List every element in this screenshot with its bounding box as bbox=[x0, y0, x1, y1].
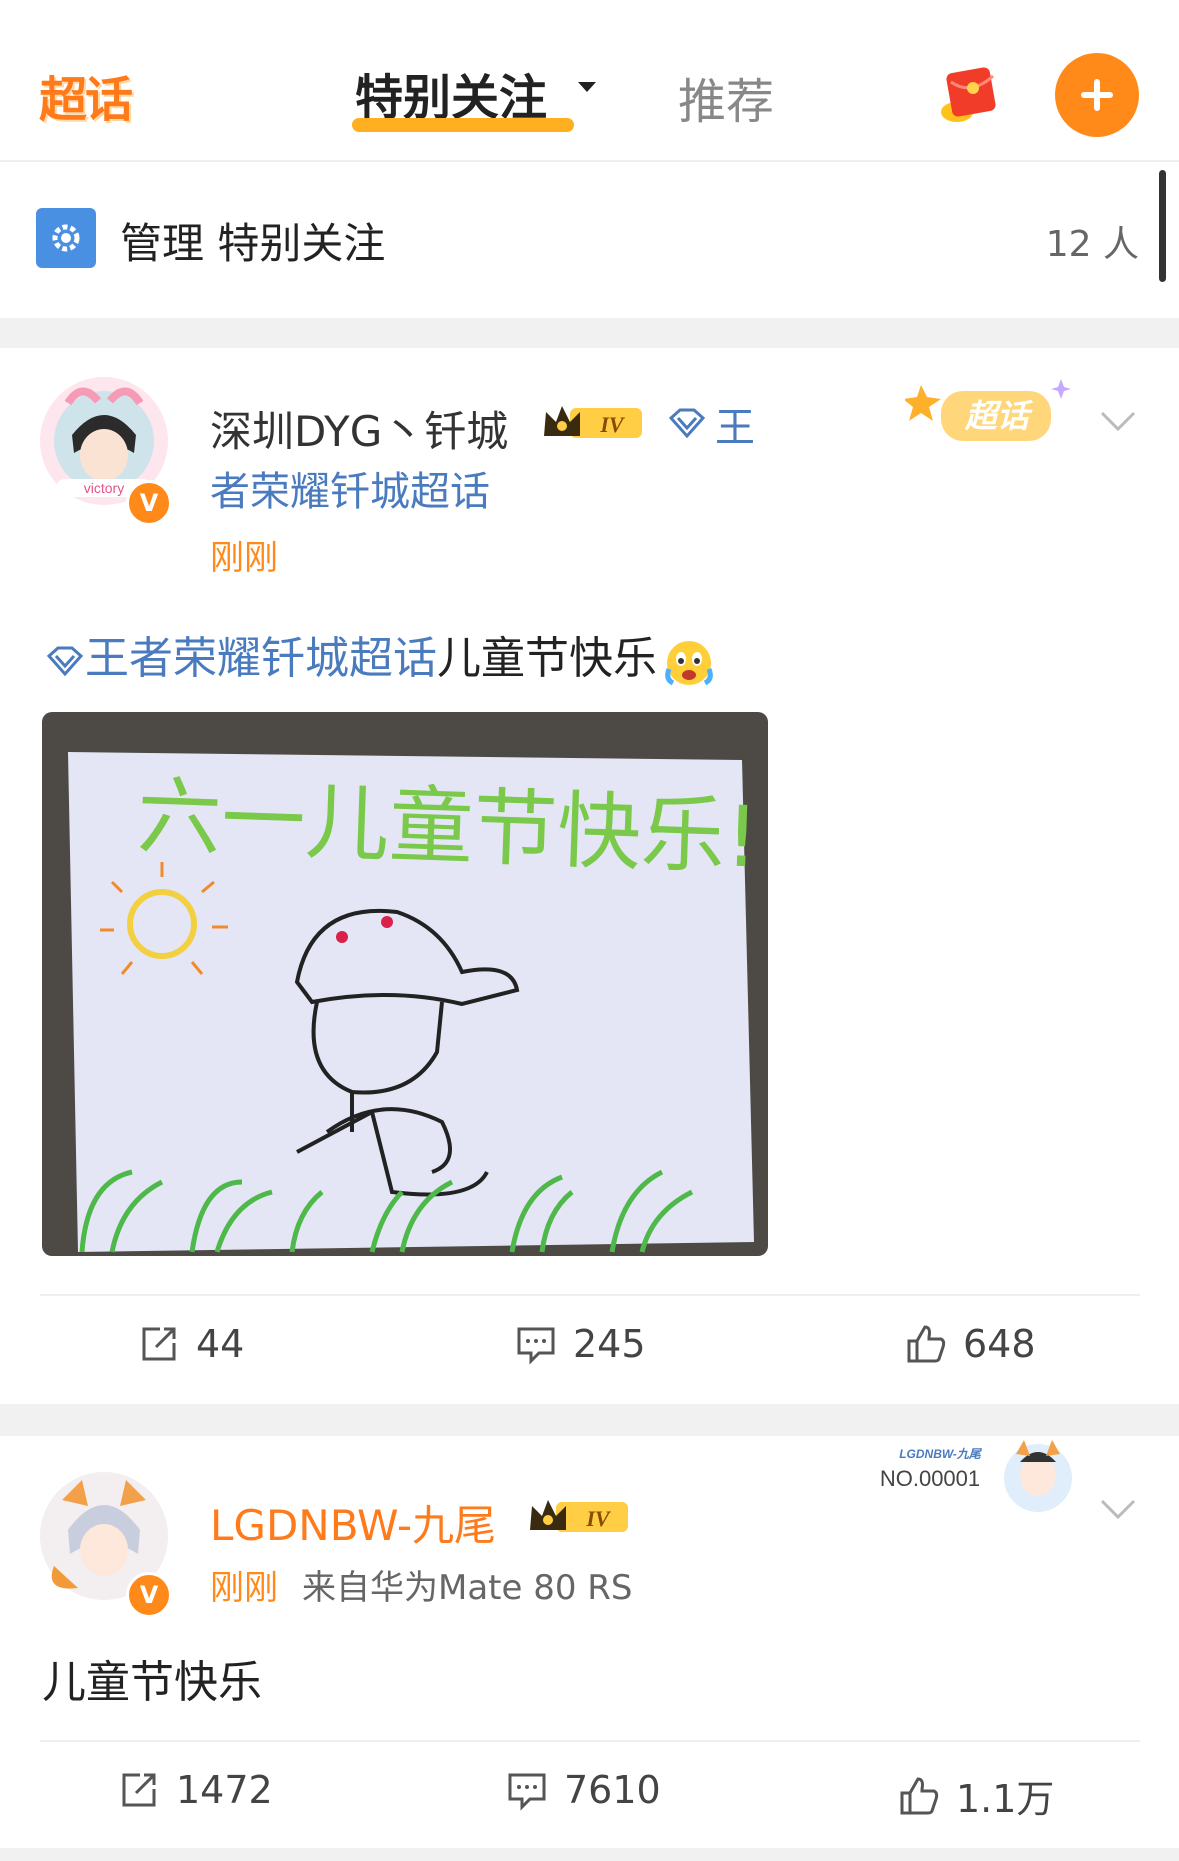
comment-icon bbox=[517, 1327, 555, 1365]
plus-icon bbox=[1081, 79, 1113, 111]
section-gap bbox=[0, 318, 1179, 348]
fan-badge-name: LGDNBW-九尾 bbox=[899, 1447, 983, 1461]
manage-special-follow[interactable]: 管理 特别关注 bbox=[120, 210, 385, 271]
chevron-down-icon[interactable] bbox=[1100, 410, 1136, 432]
post-source: 来自华为Mate 80 RS bbox=[302, 1568, 633, 1608]
chevron-down-icon[interactable] bbox=[1100, 1498, 1136, 1520]
divider bbox=[40, 1294, 1140, 1296]
like-count: 1.1万 bbox=[956, 1777, 1055, 1821]
post-text: 儿童节快乐 bbox=[437, 633, 657, 684]
divider bbox=[40, 1740, 1140, 1742]
level-text: IV bbox=[585, 1506, 612, 1531]
topic-diamond-icon bbox=[46, 646, 84, 677]
scrollbar[interactable] bbox=[1159, 170, 1166, 282]
post-username[interactable]: LGDNBW-九尾 bbox=[210, 1492, 496, 1553]
tab-recommend[interactable]: 推荐 bbox=[678, 62, 774, 132]
comment-button[interactable]: 7610 bbox=[506, 1768, 661, 1812]
share-count: 1472 bbox=[176, 1768, 273, 1812]
share-count: 44 bbox=[196, 1322, 245, 1366]
share-button[interactable]: 1472 bbox=[118, 1768, 273, 1812]
verified-badge: V bbox=[126, 1572, 172, 1618]
like-button[interactable]: 1.1万 bbox=[898, 1768, 1054, 1823]
comment-icon bbox=[508, 1773, 546, 1811]
like-button[interactable]: 648 bbox=[905, 1322, 1036, 1366]
share-button[interactable]: 44 bbox=[138, 1322, 244, 1366]
sticker-text: 超话 bbox=[964, 397, 1033, 435]
crown-level-icon[interactable]: IV bbox=[526, 1496, 634, 1538]
chevron-down-icon[interactable] bbox=[578, 82, 596, 92]
chaohua-logo[interactable]: 超话 bbox=[30, 60, 140, 130]
active-tab-indicator bbox=[352, 118, 574, 132]
red-packet-icon[interactable] bbox=[935, 62, 1005, 128]
chaohua-sticker[interactable]: 超话 bbox=[905, 375, 1075, 455]
verified-badge: V bbox=[126, 480, 172, 526]
post-time: 刚刚 bbox=[210, 1568, 278, 1608]
share-icon bbox=[142, 1327, 176, 1361]
emoji-icon bbox=[665, 641, 713, 686]
avatar-text: victory bbox=[84, 480, 124, 496]
thumbs-up-icon bbox=[900, 1776, 939, 1814]
like-count: 648 bbox=[963, 1322, 1036, 1366]
post-body: 王者荣耀钎城超话儿童节快乐 bbox=[45, 622, 717, 689]
post-topic-link[interactable]: 王者荣耀钎城超话 bbox=[85, 633, 437, 684]
fan-badge-number: NO.00001 bbox=[880, 1466, 980, 1491]
post-time: 刚刚 bbox=[210, 538, 278, 578]
thumbs-up-icon bbox=[907, 1325, 946, 1363]
topic-link[interactable]: 王者荣耀钎城超话 bbox=[210, 396, 770, 524]
gear-icon[interactable] bbox=[36, 208, 96, 268]
comment-count: 245 bbox=[573, 1322, 646, 1366]
comment-button[interactable]: 245 bbox=[515, 1322, 646, 1366]
section-gap bbox=[0, 1848, 1179, 1861]
fan-badge[interactable]: LGDNBW-九尾 NO.00001 bbox=[870, 1432, 1080, 1522]
add-button[interactable] bbox=[1055, 53, 1139, 137]
post-image[interactable]: 六一儿童节快乐! bbox=[42, 712, 768, 1256]
comment-count: 7610 bbox=[564, 1768, 661, 1812]
post-body: 儿童节快乐 bbox=[42, 1657, 262, 1708]
top-nav: 超话 特别关注 推荐 bbox=[0, 0, 1179, 160]
follow-count: 12 人 bbox=[1045, 224, 1139, 265]
divider bbox=[0, 160, 1179, 162]
logo-text: 超话 bbox=[38, 72, 133, 128]
share-icon bbox=[122, 1773, 156, 1807]
